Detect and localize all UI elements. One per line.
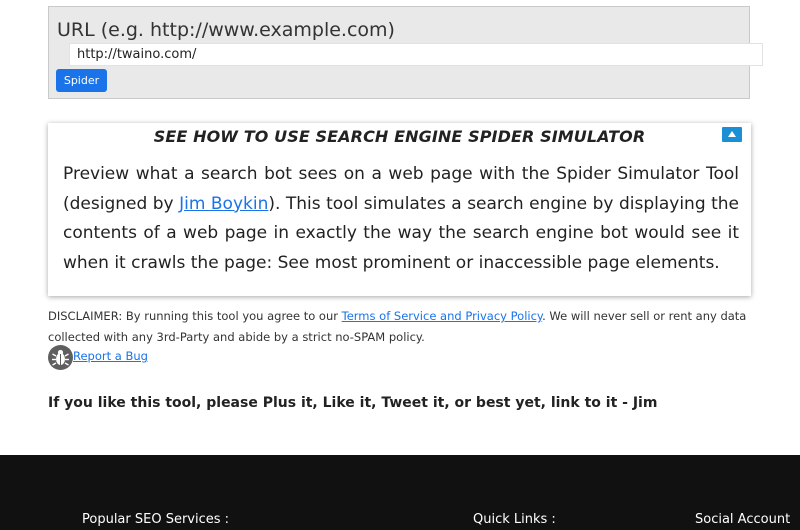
caret-up-icon [728, 131, 736, 137]
terms-link[interactable]: Terms of Service and Privacy Policy [342, 309, 542, 323]
disclaimer-prefix: DISCLAIMER: By running this tool you agr… [48, 309, 342, 323]
site-footer: Popular SEO Services : Quick Links : Soc… [0, 455, 800, 530]
footer-heading-social-account: Social Account [695, 512, 791, 527]
share-callout: If you like this tool, please Plus it, L… [48, 395, 658, 411]
disclaimer: DISCLAIMER: By running this tool you agr… [48, 306, 758, 348]
footer-heading-quick-links: Quick Links : [473, 512, 556, 527]
panel-title: SEE HOW TO USE SEARCH ENGINE SPIDER SIMU… [153, 127, 646, 146]
panel-description: Preview what a search bot sees on a web … [63, 160, 739, 278]
how-to-panel: SEE HOW TO USE SEARCH ENGINE SPIDER SIMU… [48, 123, 751, 296]
url-input[interactable] [69, 43, 763, 66]
spider-button[interactable]: Spider [56, 69, 107, 92]
bug-icon[interactable] [48, 345, 73, 370]
url-form: URL (e.g. http://www.example.com) Spider [48, 6, 763, 99]
collapse-button[interactable] [722, 127, 742, 142]
jim-boykin-link[interactable]: Jim Boykin [179, 194, 268, 214]
footer-heading-seo-services: Popular SEO Services : [82, 512, 230, 527]
report-bug-link[interactable]: Report a Bug [73, 349, 148, 363]
url-label: URL (e.g. http://www.example.com) [57, 19, 395, 41]
